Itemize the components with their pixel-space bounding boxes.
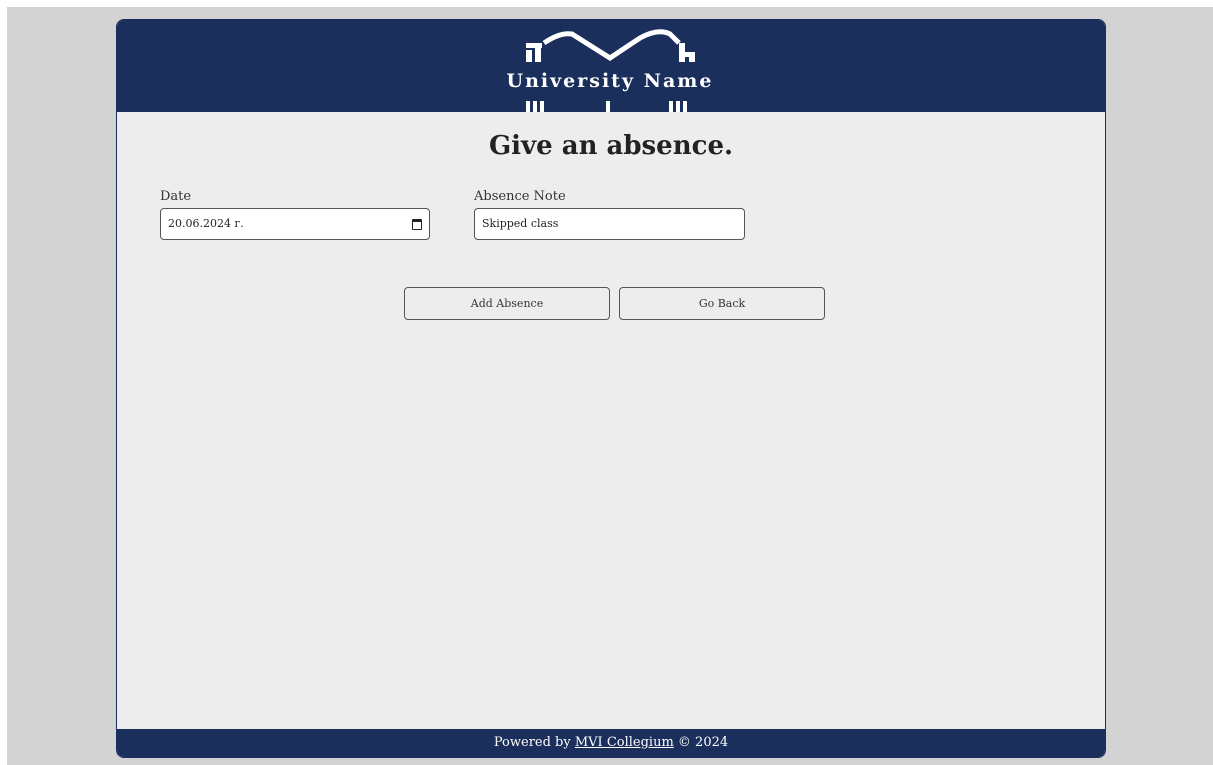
absence-note-input[interactable]: Skipped class: [474, 208, 745, 240]
add-absence-button[interactable]: Add Absence: [404, 287, 610, 320]
header-bar: University Name: [117, 20, 1105, 112]
date-input[interactable]: 20.06.2024 г.: [160, 208, 430, 240]
date-value: 20.06.2024 г.: [168, 217, 244, 230]
go-back-button[interactable]: Go Back: [619, 287, 825, 320]
page-title: Give an absence.: [488, 131, 734, 161]
absence-note-value: Skipped class: [482, 217, 559, 230]
date-label: Date: [160, 189, 192, 204]
footer-link[interactable]: MVI Collegium: [575, 735, 674, 750]
footer-suffix: © 2024: [673, 735, 729, 750]
calendar-icon[interactable]: [412, 219, 422, 230]
absence-note-label: Absence Note: [474, 189, 566, 204]
university-logo: University Name: [500, 28, 720, 112]
footer-bar: Powered by MVI Collegium © 2024: [117, 729, 1105, 757]
main-card: University Name Give an absence. Date 20…: [116, 19, 1106, 758]
logo-text: University Name: [506, 70, 714, 92]
footer-prefix: Powered by: [493, 735, 575, 750]
